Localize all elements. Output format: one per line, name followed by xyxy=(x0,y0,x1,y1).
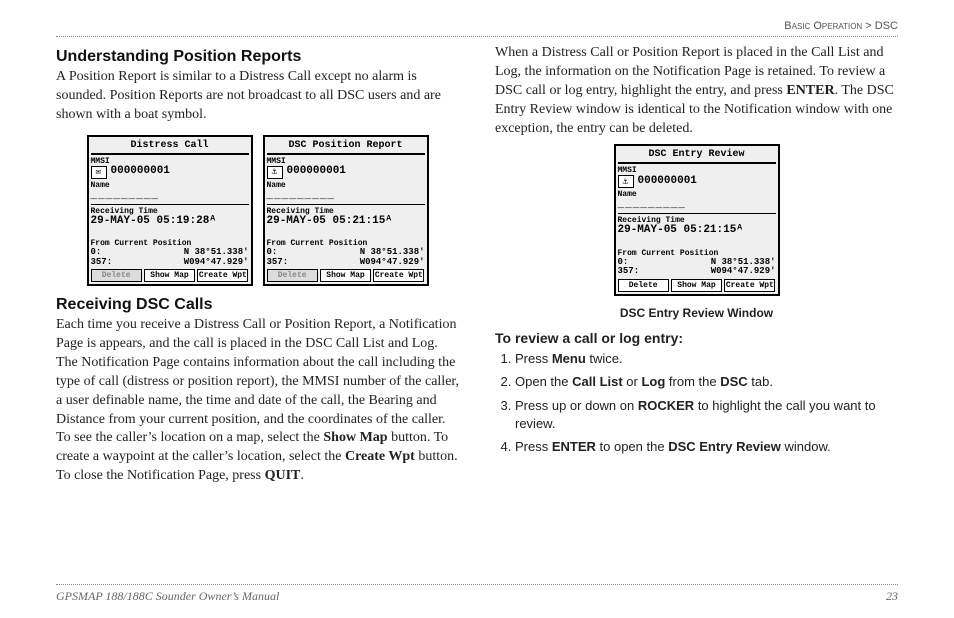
step-4: Press ENTER to open the DSC Entry Review… xyxy=(515,438,898,456)
dist-line2: 357: xyxy=(618,267,640,276)
show-map-button[interactable]: Show Map xyxy=(320,269,371,282)
manual-page: Basic Operation > DSC Understanding Posi… xyxy=(0,0,954,618)
device-title: DSC Entry Review xyxy=(618,148,776,164)
mmsi-value: 000000001 xyxy=(287,166,346,178)
device-title: DSC Position Report xyxy=(267,139,425,155)
breadcrumb: Basic Operation > DSC xyxy=(784,20,898,32)
name-label: Name xyxy=(618,190,776,199)
device-distress-call: Distress Call MMSI ✉ 000000001 Name ____… xyxy=(87,135,253,286)
delete-button[interactable]: Delete xyxy=(91,269,142,282)
dist-line2: 357: xyxy=(91,258,113,267)
create-wpt-button[interactable]: Create Wpt xyxy=(197,269,248,282)
rt-value: 29-MAY-05 05:21:15ᴬ xyxy=(267,216,425,228)
manual-title: GPSMAP 188/188C Sounder Owner’s Manual xyxy=(56,589,279,604)
page-number: 23 xyxy=(886,589,898,604)
name-value: _________ xyxy=(618,199,776,211)
mmsi-value: 000000001 xyxy=(638,176,697,188)
page-footer: GPSMAP 188/188C Sounder Owner’s Manual 2… xyxy=(56,584,898,604)
anchor-icon: ⚓ xyxy=(267,166,283,179)
create-wpt-button[interactable]: Create Wpt xyxy=(724,279,775,292)
device-title: Distress Call xyxy=(91,139,249,155)
rt-value: 29-MAY-05 05:21:15ᴬ xyxy=(618,225,776,237)
figure-row: Distress Call MMSI ✉ 000000001 Name ____… xyxy=(56,135,459,286)
breadcrumb-sep: > xyxy=(865,20,871,32)
breadcrumb-page: DSC xyxy=(875,20,898,32)
coord-line2: W094°47.929' xyxy=(184,258,249,267)
figure-row-review: DSC Entry Review MMSI ⚓ 000000001 Name _… xyxy=(495,144,898,295)
para-position-reports: A Position Report is similar to a Distre… xyxy=(56,68,459,125)
rt-value: 29-MAY-05 05:19:28ᴬ xyxy=(91,216,249,228)
step-1: Press Menu twice. xyxy=(515,350,898,368)
content-columns: Understanding Position Reports A Positio… xyxy=(56,44,898,496)
anchor-icon: ⚓ xyxy=(618,175,634,188)
mmsi-label: MMSI xyxy=(91,157,249,166)
device-position-report: DSC Position Report MMSI ⚓ 000000001 Nam… xyxy=(263,135,429,286)
para-review-intro: When a Distress Call or Position Report … xyxy=(495,44,898,138)
mmsi-label: MMSI xyxy=(267,157,425,166)
dist-line2: 357: xyxy=(267,258,289,267)
name-label: Name xyxy=(267,181,425,190)
device-entry-review: DSC Entry Review MMSI ⚓ 000000001 Name _… xyxy=(614,144,780,295)
mmsi-value: 000000001 xyxy=(111,166,170,178)
header-rule xyxy=(56,36,898,37)
mmsi-label: MMSI xyxy=(618,166,776,175)
figure-caption: DSC Entry Review Window xyxy=(495,306,898,320)
step-2: Open the Call List or Log from the DSC t… xyxy=(515,373,898,391)
name-value: _________ xyxy=(267,190,425,202)
breadcrumb-group: Basic Operation xyxy=(784,20,862,32)
delete-button[interactable]: Delete xyxy=(267,269,318,282)
step-3: Press up or down on ROCKER to highlight … xyxy=(515,397,898,432)
name-label: Name xyxy=(91,181,249,190)
coord-line2: W094°47.929' xyxy=(711,267,776,276)
envelope-icon: ✉ xyxy=(91,166,107,179)
left-column: Understanding Position Reports A Positio… xyxy=(56,44,459,496)
heading-position-reports: Understanding Position Reports xyxy=(56,48,459,66)
para-receiving-dsc: Each time you receive a Distress Call or… xyxy=(56,316,459,486)
heading-receiving-dsc: Receiving DSC Calls xyxy=(56,296,459,314)
right-column: When a Distress Call or Position Report … xyxy=(495,44,898,496)
steps-list: Press Menu twice. Open the Call List or … xyxy=(495,350,898,456)
create-wpt-button[interactable]: Create Wpt xyxy=(373,269,424,282)
name-value: _________ xyxy=(91,190,249,202)
show-map-button[interactable]: Show Map xyxy=(144,269,195,282)
delete-button[interactable]: Delete xyxy=(618,279,669,292)
steps-heading: To review a call or log entry: xyxy=(495,330,898,346)
show-map-button[interactable]: Show Map xyxy=(671,279,722,292)
coord-line2: W094°47.929' xyxy=(360,258,425,267)
